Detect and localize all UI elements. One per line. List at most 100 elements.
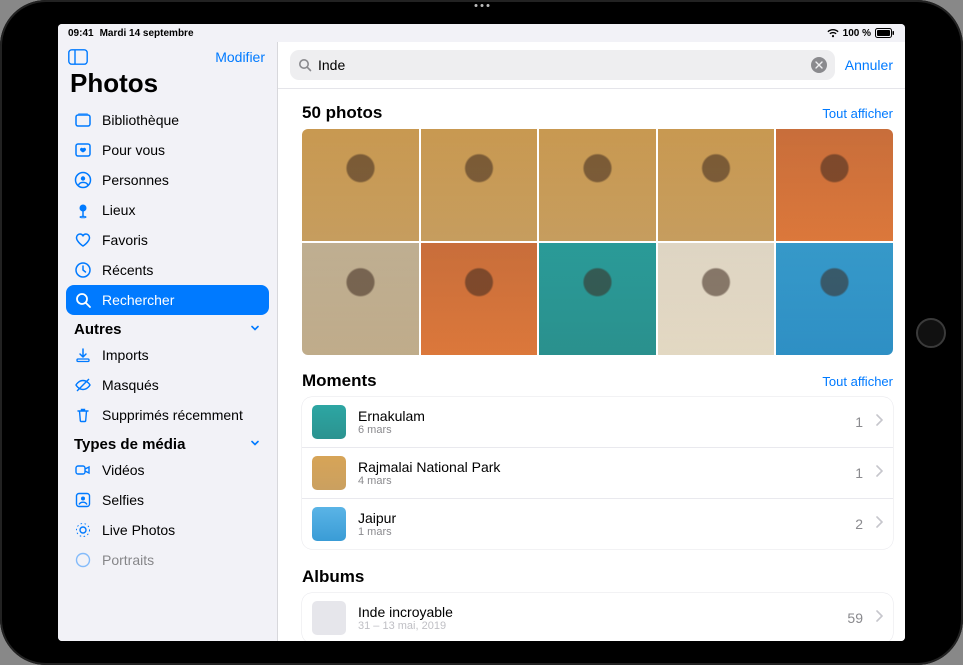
sidebar-item-label: Pour vous xyxy=(102,142,165,158)
photo-thumbnail[interactable] xyxy=(539,243,656,355)
sidebar-item-label: Live Photos xyxy=(102,522,175,538)
search-icon xyxy=(298,58,312,72)
photo-thumbnail[interactable] xyxy=(776,243,893,355)
search-input[interactable] xyxy=(318,57,805,73)
home-button[interactable] xyxy=(916,318,946,348)
sidebar-item-recently-deleted[interactable]: Supprimés récemment xyxy=(66,400,269,430)
status-date: Mardi 14 septembre xyxy=(100,28,194,39)
photo-thumbnail[interactable] xyxy=(776,129,893,241)
section-moments-header: Moments Tout afficher xyxy=(302,365,893,397)
moment-thumbnail xyxy=(312,507,346,541)
moment-count: 2 xyxy=(855,516,863,532)
sidebar-item-label: Favoris xyxy=(102,232,148,248)
section-albums-header: Albums xyxy=(302,561,893,593)
moment-thumbnail xyxy=(312,456,346,490)
eye-off-icon xyxy=(74,376,92,394)
section-header-label: Types de média xyxy=(74,436,185,453)
sidebar-item-label: Bibliothèque xyxy=(102,112,179,128)
album-count: 59 xyxy=(847,610,863,626)
sidebar-item-search[interactable]: Rechercher xyxy=(66,285,269,315)
people-icon xyxy=(74,171,92,189)
selfie-icon xyxy=(74,491,92,509)
sidebar-item-label: Imports xyxy=(102,347,149,363)
photo-thumbnail[interactable] xyxy=(658,129,775,241)
sidebar-item-label: Lieux xyxy=(102,202,135,218)
albums-list: Inde incroyable 31 – 13 mai, 2019 59 xyxy=(302,593,893,641)
status-time: 09:41 xyxy=(68,28,94,39)
sidebar-item-live-photos[interactable]: Live Photos xyxy=(66,515,269,545)
chevron-down-icon xyxy=(249,436,261,453)
moment-title: Rajmalai National Park xyxy=(358,459,843,475)
portrait-icon xyxy=(74,551,92,569)
moments-list: Ernakulam 6 mars 1 Rajmalai National Par… xyxy=(302,397,893,549)
sidebar-item-recents[interactable]: Récents xyxy=(66,255,269,285)
sidebar-section-other[interactable]: Autres xyxy=(66,315,269,340)
sidebar-item-label: Supprimés récemment xyxy=(102,407,243,423)
moment-count: 1 xyxy=(855,414,863,430)
show-all-photos-button[interactable]: Tout afficher xyxy=(822,106,893,121)
album-title: Inde incroyable xyxy=(358,604,835,620)
sidebar-item-label: Personnes xyxy=(102,172,169,188)
sidebar-item-for-you[interactable]: Pour vous xyxy=(66,135,269,165)
app-title: Photos xyxy=(58,68,277,105)
section-moments-title: Moments xyxy=(302,371,377,391)
sidebar-toggle-icon[interactable] xyxy=(68,48,90,66)
clear-search-button[interactable] xyxy=(811,57,827,73)
photo-thumbnail[interactable] xyxy=(302,129,419,241)
livephoto-icon xyxy=(74,521,92,539)
sidebar-item-imports[interactable]: Imports xyxy=(66,340,269,370)
search-field[interactable] xyxy=(290,50,835,80)
status-bar: 09:41 Mardi 14 septembre 100 % xyxy=(58,24,905,42)
sidebar-item-favorites[interactable]: Favoris xyxy=(66,225,269,255)
album-thumbnail xyxy=(312,601,346,635)
search-icon xyxy=(74,291,92,309)
moment-row[interactable]: Rajmalai National Park 4 mars 1 xyxy=(302,448,893,499)
album-row[interactable]: Inde incroyable 31 – 13 mai, 2019 59 xyxy=(302,593,893,641)
sidebar-item-label: Selfies xyxy=(102,492,144,508)
moment-row[interactable]: Jaipur 1 mars 2 xyxy=(302,499,893,549)
photo-thumbnail[interactable] xyxy=(302,243,419,355)
photo-thumbnail[interactable] xyxy=(421,243,538,355)
sidebar-item-label: Vidéos xyxy=(102,462,145,478)
battery-icon xyxy=(875,28,895,38)
screen: 09:41 Mardi 14 septembre 100 % xyxy=(58,24,905,641)
section-photos-header: 50 photos Tout afficher xyxy=(302,97,893,129)
sidebar-item-label: Rechercher xyxy=(102,292,174,308)
moment-date: 1 mars xyxy=(358,526,843,538)
photo-thumbnail[interactable] xyxy=(421,129,538,241)
moment-thumbnail xyxy=(312,405,346,439)
moment-row[interactable]: Ernakulam 6 mars 1 xyxy=(302,397,893,448)
sidebar-item-library[interactable]: Bibliothèque xyxy=(66,105,269,135)
trash-icon xyxy=(74,406,92,424)
clock-icon xyxy=(74,261,92,279)
show-all-moments-button[interactable]: Tout afficher xyxy=(822,374,893,389)
chevron-down-icon xyxy=(249,321,261,338)
sidebar-item-portraits[interactable]: Portraits xyxy=(66,545,269,575)
search-bar: Annuler xyxy=(278,42,905,89)
section-photos-title: 50 photos xyxy=(302,103,382,123)
sidebar-item-videos[interactable]: Vidéos xyxy=(66,455,269,485)
sidebar-section-media-types[interactable]: Types de média xyxy=(66,430,269,455)
sidebar-item-hidden[interactable]: Masqués xyxy=(66,370,269,400)
sidebar-item-places[interactable]: Lieux xyxy=(66,195,269,225)
section-albums-title: Albums xyxy=(302,567,364,587)
video-icon xyxy=(74,461,92,479)
main-content: Annuler 50 photos Tout afficher xyxy=(278,42,905,641)
moment-title: Jaipur xyxy=(358,510,843,526)
sidebar-item-selfies[interactable]: Selfies xyxy=(66,485,269,515)
chevron-right-icon xyxy=(875,609,883,627)
battery-label: 100 % xyxy=(843,28,871,39)
album-date: 31 – 13 mai, 2019 xyxy=(358,620,835,632)
sidebar: Modifier Photos Bibliothèque Pour vous P… xyxy=(58,42,278,641)
photo-thumbnail[interactable] xyxy=(658,243,775,355)
sidebar-item-people[interactable]: Personnes xyxy=(66,165,269,195)
section-header-label: Autres xyxy=(74,321,122,338)
sidebar-item-label: Portraits xyxy=(102,552,154,568)
cancel-search-button[interactable]: Annuler xyxy=(845,57,893,73)
sidebar-item-label: Récents xyxy=(102,262,153,278)
places-icon xyxy=(74,201,92,219)
moment-date: 6 mars xyxy=(358,424,843,436)
photo-thumbnail[interactable] xyxy=(539,129,656,241)
heart-icon xyxy=(74,231,92,249)
edit-button[interactable]: Modifier xyxy=(215,49,265,65)
